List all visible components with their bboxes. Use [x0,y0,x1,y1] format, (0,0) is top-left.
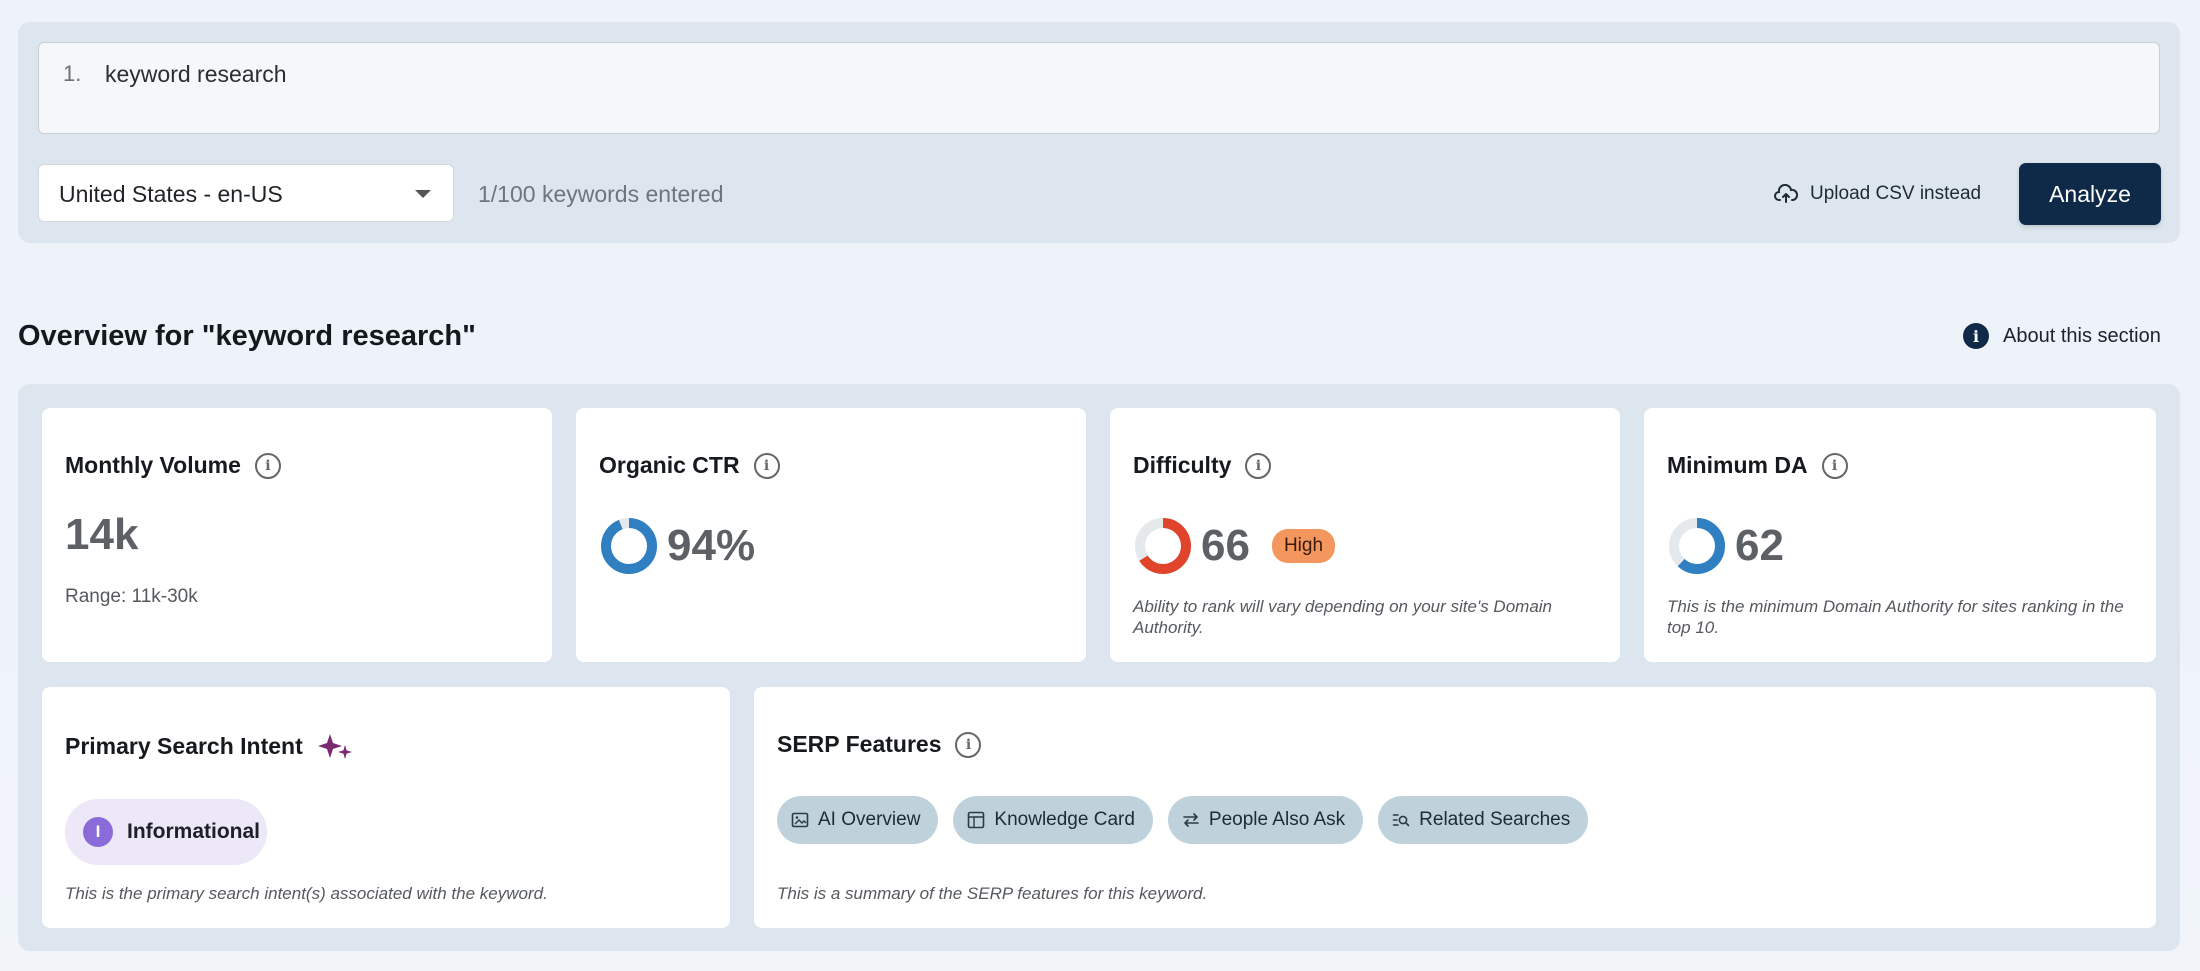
info-icon[interactable]: i [254,452,281,479]
keyword-textarea[interactable]: 1. keyword research [38,42,2160,134]
serp-chip-knowledge-card[interactable]: Knowledge Card [953,796,1153,844]
ctr-donut-icon [601,518,657,574]
search-intent-header: Primary Search Intent [65,731,353,761]
info-icon[interactable]: i [955,731,982,758]
serp-chip-row: AI Overview Knowledge Card People Also A… [777,796,1589,844]
minimum-da-header: Minimum DA i [1667,452,1848,479]
chevron-down-icon [415,190,431,198]
intent-note: This is the primary search intent(s) ass… [65,884,548,903]
about-section-link[interactable]: i About this section [1963,323,2161,349]
search-intent-card: Primary Search Intent I Informational Th… [42,687,730,928]
difficulty-header: Difficulty i [1133,452,1272,479]
ctr-row: 94% [599,516,755,576]
swap-arrows-icon [1183,813,1199,827]
image-ai-icon [791,812,809,828]
serp-features-card: SERP Features i AI Overview Knowledge Ca… [754,687,2156,928]
difficulty-note: Ability to rank will vary depending on y… [1133,597,1552,637]
monthly-volume-value: 14k [65,510,139,559]
minimum-da-card: Minimum DA i 62 This is the minimum Doma… [1644,408,2156,662]
monthly-volume-header: Monthly Volume i [65,452,281,479]
upload-csv-link[interactable]: Upload CSV instead [1774,178,1981,210]
overview-title: Overview for "keyword research" [18,320,476,352]
info-icon[interactable]: i [1821,452,1848,479]
da-donut-icon [1669,518,1725,574]
intent-pill: I Informational [65,799,267,865]
intent-label: Informational [127,820,261,843]
difficulty-title: Difficulty [1133,452,1232,478]
difficulty-value: 66 [1201,521,1250,570]
locale-value: United States - en-US [59,181,283,207]
minimum-da-row: 62 [1667,516,1784,576]
locale-select[interactable]: United States - en-US [38,164,454,222]
monthly-volume-title: Monthly Volume [65,452,241,478]
upload-csv-label: Upload CSV instead [1810,183,1982,204]
organic-ctr-card: Organic CTR i 94% [576,408,1086,662]
difficulty-donut-icon [1135,518,1191,574]
cloud-upload-icon [1774,184,1798,203]
serp-chip-ai-overview[interactable]: AI Overview [777,796,939,844]
difficulty-badge: High [1271,529,1336,563]
serp-chip-people-also-ask[interactable]: People Also Ask [1167,796,1364,844]
line-number: 1. [63,61,82,86]
keyword-text[interactable]: keyword research [105,61,287,88]
difficulty-card: Difficulty i 66 High Ability to rank wil… [1110,408,1620,662]
organic-ctr-title: Organic CTR [599,452,740,478]
card-layout-icon [968,811,985,829]
organic-ctr-header: Organic CTR i [599,452,780,479]
minimum-da-value: 62 [1735,521,1784,570]
info-icon: i [1963,323,1989,349]
chip-label: People Also Ask [1208,809,1346,830]
chip-label: Knowledge Card [994,809,1135,830]
chip-label: Related Searches [1419,809,1571,830]
chip-label: AI Overview [818,809,921,830]
sparkle-icon [317,734,352,759]
info-icon[interactable]: i [1245,452,1272,479]
minimum-da-title: Minimum DA [1667,452,1808,478]
serp-features-header: SERP Features i [777,731,982,758]
serp-note: This is a summary of the SERP features f… [777,884,1208,903]
overview-panel: Monthly Volume i 14k Range: 11k-30k Orga… [18,384,2180,951]
list-search-icon [1392,814,1410,827]
serp-chip-related-searches[interactable]: Related Searches [1378,796,1589,844]
minimum-da-note: This is the minimum Domain Authority for… [1667,597,2124,637]
search-intent-title: Primary Search Intent [65,732,303,759]
intent-letter: I [83,817,113,847]
difficulty-row: 66 High [1133,516,1336,576]
keyword-count: 1/100 keywords entered [478,181,724,207]
info-icon[interactable]: i [753,452,780,479]
serp-features-title: SERP Features [777,731,942,757]
monthly-volume-card: Monthly Volume i 14k Range: 11k-30k [42,408,552,662]
about-section-label: About this section [2003,324,2161,347]
volume-range: Range: 11k-30k [65,586,198,607]
organic-ctr-value: 94% [667,521,756,570]
analyze-button[interactable]: Analyze [2019,163,2161,225]
keyword-entry-panel: 1. keyword research United States - en-U… [18,22,2180,243]
